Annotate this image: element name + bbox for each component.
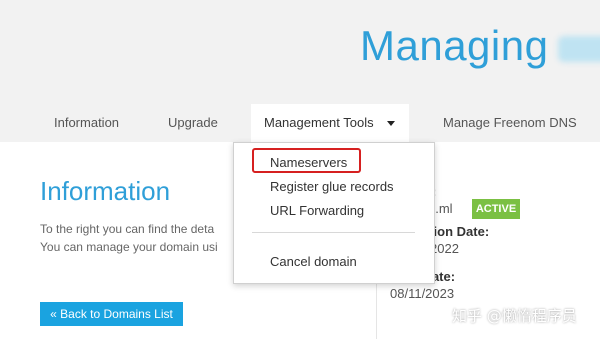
info-heading: Information bbox=[40, 176, 171, 206]
blurred-domain-name bbox=[558, 35, 600, 62]
watermark: 知乎 @懒惰程序员 bbox=[452, 307, 577, 325]
info-text-line-2: You can manage your domain usi bbox=[40, 240, 218, 254]
tab-management-tools[interactable]: Management Tools bbox=[251, 104, 409, 142]
tab-information[interactable]: Information bbox=[54, 104, 119, 142]
tab-upgrade[interactable]: Upgrade bbox=[168, 104, 218, 142]
status-badge: ACTIVE bbox=[472, 199, 520, 219]
menu-item-register-glue-records[interactable]: Register glue records bbox=[270, 179, 394, 194]
page-title-text: Managing bbox=[360, 22, 549, 69]
menu-item-url-forwarding[interactable]: URL Forwarding bbox=[270, 203, 364, 218]
caret-down-icon bbox=[387, 121, 395, 126]
back-to-domains-button[interactable]: « Back to Domains List bbox=[40, 302, 183, 326]
menu-divider bbox=[252, 232, 415, 233]
tab-manage-freenom-dns[interactable]: Manage Freenom DNS bbox=[443, 104, 577, 142]
tab-management-tools-label: Management Tools bbox=[264, 115, 374, 130]
page-title: Managing bbox=[360, 22, 600, 70]
info-text-line-1: To the right you can find the deta bbox=[40, 222, 215, 236]
management-tools-dropdown: Nameservers Register glue records URL Fo… bbox=[233, 142, 435, 284]
nav-tabs: Information Upgrade Management Tools Man… bbox=[0, 104, 600, 142]
expiry-date-value: 08/11/2023 bbox=[390, 286, 455, 301]
menu-item-cancel-domain[interactable]: Cancel domain bbox=[270, 254, 357, 269]
menu-item-nameservers[interactable]: Nameservers bbox=[270, 155, 347, 170]
